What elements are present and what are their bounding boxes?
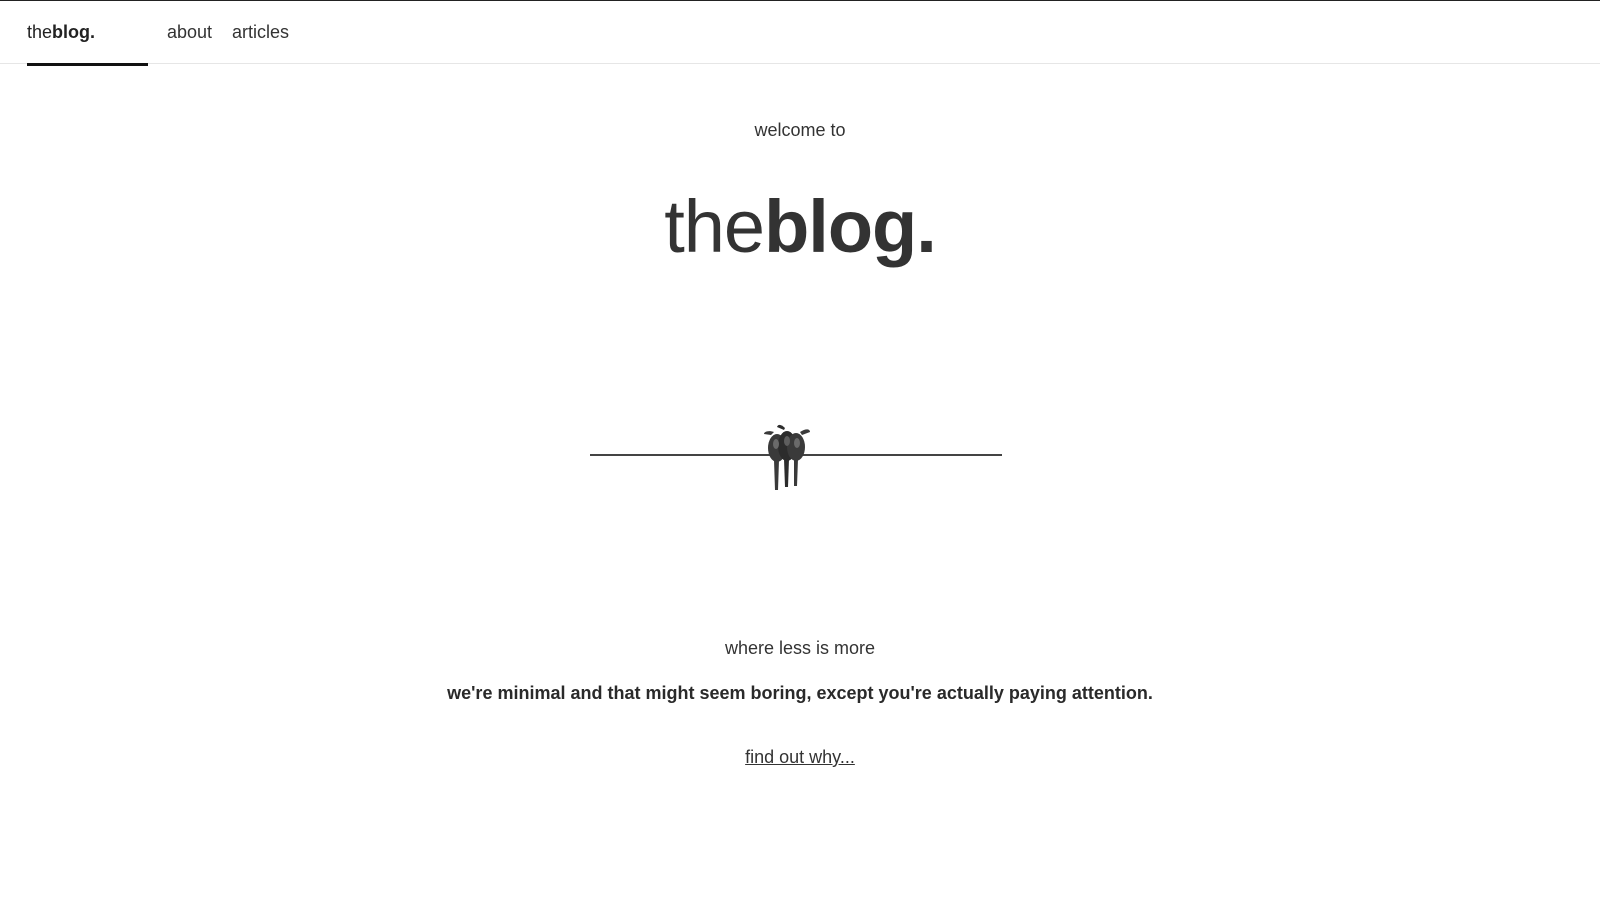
navbar: theblog. about articles [0,1,1600,66]
brand-bold-text: blog. [52,22,96,42]
brand-logo-link[interactable]: theblog. [27,1,148,66]
active-nav-indicator [27,63,148,66]
description-text: we're minimal and that might seem boring… [447,683,1153,703]
cta-container: find out why... [0,747,1600,768]
hero-title-light: the [664,185,765,268]
hero-welcome-text: welcome to [754,120,846,140]
hero-title: theblog. [0,182,1600,272]
birds-on-wire-icon [590,424,1002,490]
nav-link-articles[interactable]: articles [232,1,289,64]
brand-light-text: the [27,22,53,42]
nav-link-about[interactable]: about [167,1,212,64]
hero-title-bold: blog. [764,185,937,268]
find-out-why-link[interactable]: find out why... [745,747,855,767]
tagline: where less is more [724,638,876,658]
